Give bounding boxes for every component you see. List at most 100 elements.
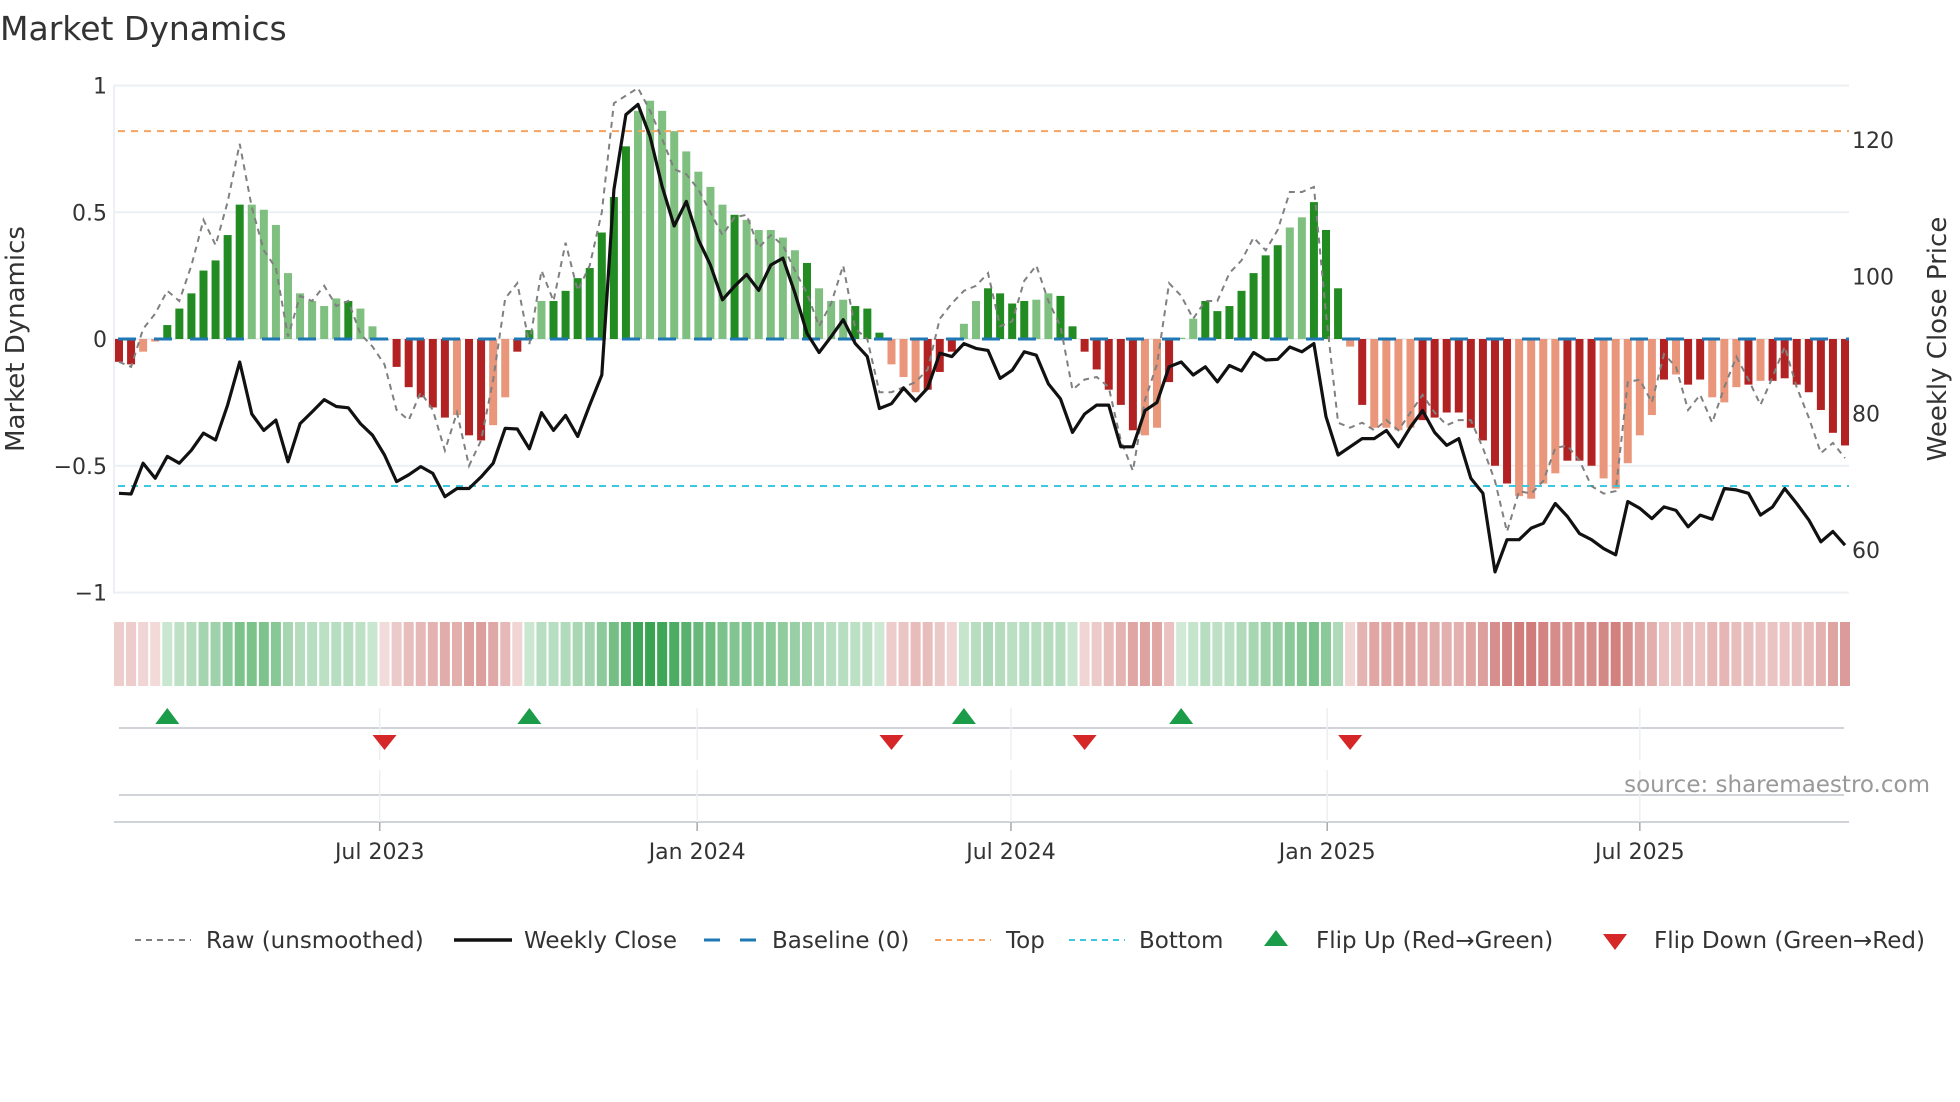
bar (428, 339, 437, 408)
heat-cell (1381, 622, 1392, 686)
heat-cell (1296, 622, 1307, 686)
legend-label: Raw (unsmoothed) (206, 928, 424, 954)
heat-cell (777, 622, 788, 686)
heat-cell (1260, 622, 1271, 686)
legend-label: Flip Up (Red→Green) (1316, 928, 1553, 954)
flip-up-marker (517, 708, 542, 724)
heat-cell (789, 622, 800, 686)
bar (1792, 339, 1801, 385)
flip-down-marker (879, 735, 904, 750)
x-tick-label: Jan 2025 (1277, 840, 1376, 865)
x-tick-label: Jul 2025 (1593, 840, 1685, 865)
heat-cell (1562, 622, 1573, 686)
bar (1080, 339, 1089, 352)
heat-cell (1212, 622, 1223, 686)
heat-cell (1164, 622, 1175, 686)
bar (1285, 227, 1294, 339)
bar (1032, 299, 1041, 339)
flip-up-marker (155, 708, 180, 724)
heat-cell (1755, 622, 1766, 686)
bar (1623, 339, 1632, 464)
heat-cell (946, 622, 957, 686)
heat-cell (1477, 622, 1488, 686)
bar (513, 339, 522, 352)
bar (223, 235, 232, 339)
bar (1189, 318, 1198, 339)
heat-cell (681, 622, 692, 686)
heat-cell (1743, 622, 1754, 686)
heat-cell (1695, 622, 1706, 686)
heat-cell (753, 622, 764, 686)
bar (1708, 339, 1717, 398)
flip-down-marker (1338, 735, 1363, 750)
heat-cell (934, 622, 945, 686)
bar (1599, 339, 1608, 479)
heat-cell (1610, 622, 1621, 686)
heat-cell (1007, 622, 1018, 686)
heat-cell (669, 622, 680, 686)
x-tick-label: Jan 2024 (647, 840, 746, 865)
left-axis-ticks: 1 0.5 0 −0.5 −1 (54, 75, 107, 607)
x-tick-label: Jul 2023 (333, 840, 425, 865)
heat-cell (1224, 622, 1235, 686)
bar (984, 288, 993, 339)
heat-cell (1176, 622, 1187, 686)
heat-cell (1152, 622, 1163, 686)
bar (1213, 311, 1222, 339)
market-dynamics-chart: Market Dynamics 1 0.5 0 −0.5 −1 120 100 80 60 J… (0, 9, 1953, 954)
bar (1828, 339, 1837, 433)
bar (621, 146, 630, 339)
heat-cell (1574, 622, 1585, 686)
legend: Raw (unsmoothed) Weekly Close Baseline (0)… (135, 928, 1925, 954)
heat-cell (1815, 622, 1826, 686)
heat-cell (1634, 622, 1645, 686)
heat-cell (1453, 622, 1464, 686)
y2-tick-label: 80 (1852, 402, 1880, 427)
heat-cell (1055, 622, 1066, 686)
bar (1841, 339, 1850, 446)
y-axis-label: Market Dynamics (1, 226, 31, 452)
bar (1780, 339, 1789, 379)
bar (1454, 339, 1463, 413)
heat-cell (1417, 622, 1428, 686)
bar (1490, 339, 1499, 466)
legend-label: Weekly Close (524, 928, 677, 954)
heat-cell (1284, 622, 1295, 686)
heat-cell (512, 622, 523, 686)
heat-cell (1779, 622, 1790, 686)
heat-cell (1127, 622, 1138, 686)
heat-cell (1248, 622, 1259, 686)
heat-cell (210, 622, 221, 686)
heat-cell (1405, 622, 1416, 686)
heat-cell (657, 622, 668, 686)
bar (1382, 339, 1391, 428)
legend-label: Bottom (1139, 928, 1223, 954)
heat-cell (1803, 622, 1814, 686)
bar (259, 209, 268, 339)
heat-cell (1067, 622, 1078, 686)
heat-cell (126, 622, 137, 686)
bar (1611, 339, 1620, 489)
bar (1466, 339, 1475, 428)
bar (694, 171, 703, 339)
heat-cell (524, 622, 535, 686)
chart-title: Market Dynamics (0, 9, 287, 48)
bar (1659, 339, 1668, 380)
heat-cell (451, 622, 462, 686)
bar (1575, 339, 1584, 461)
heat-cell (1333, 622, 1344, 686)
heat-cell (560, 622, 571, 686)
bar (1503, 339, 1512, 484)
bar (440, 339, 449, 418)
bar (416, 339, 425, 398)
y-tick-label: 0.5 (72, 201, 107, 226)
bar (863, 308, 872, 339)
bar (730, 214, 739, 339)
heat-cell (898, 622, 909, 686)
heat-cell (246, 622, 257, 686)
bar (947, 339, 956, 352)
bar (1116, 339, 1125, 405)
heat-cell (862, 622, 873, 686)
heat-cell (1369, 622, 1380, 686)
heat-cell (379, 622, 390, 686)
